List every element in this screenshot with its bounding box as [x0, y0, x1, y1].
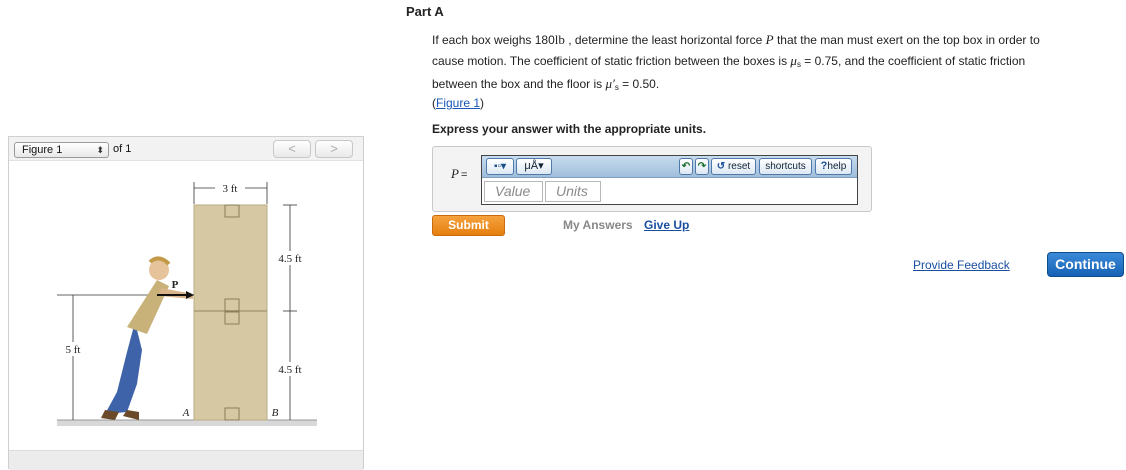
- point-a-label: A: [182, 407, 190, 419]
- question-text: If each box weighs 180lb , determine the…: [432, 30, 1112, 98]
- help-button[interactable]: ?help: [815, 158, 852, 175]
- figure-footer: [9, 450, 363, 470]
- mu-prime-symbol: μ′: [605, 76, 615, 91]
- question-text-segment: between the box and the floor is: [432, 77, 606, 91]
- bottom-box: [193, 310, 268, 421]
- units-menu-button[interactable]: μÅ▾: [516, 158, 552, 175]
- question-line-3: between the box and the floor is μ′s = 0…: [432, 74, 1112, 98]
- figure-panel: Figure 1 ⬍ of 1 < > 3 ft 4.5 ft 4.5 ft 5…: [8, 136, 364, 470]
- chevron-left-icon: <: [288, 141, 296, 156]
- figure-total: 1: [125, 143, 132, 155]
- question-text-segment: = 0.75, and the coefficient of static fr…: [800, 53, 1026, 68]
- editor-toolbar: ▪▫▾ μÅ▾ ↶ ↷ ↺ reset shortcuts ?help: [482, 156, 857, 178]
- my-answers-link[interactable]: My Answers: [563, 218, 633, 232]
- continue-button[interactable]: Continue: [1047, 252, 1124, 277]
- part-title: Part A: [406, 4, 444, 19]
- shortcuts-label: shortcuts: [765, 161, 806, 172]
- templates-button[interactable]: ▪▫▾: [486, 158, 514, 175]
- updown-arrows-icon: ⬍: [96, 145, 104, 155]
- height-bottom-label: 4.5 ft: [278, 364, 301, 376]
- undo-button[interactable]: ↶: [679, 158, 693, 175]
- weight-unit: lb: [554, 32, 565, 47]
- boxes-diagram: 3 ft 4.5 ft 4.5 ft 5 ft P A B: [57, 181, 317, 426]
- redo-icon: ↷: [697, 161, 707, 172]
- force-symbol: P: [765, 32, 774, 47]
- floor: [57, 420, 317, 426]
- man-torso: [127, 280, 169, 334]
- instruction: Express your answer with the appropriate…: [432, 122, 707, 136]
- figure-image: 3 ft 4.5 ft 4.5 ft 5 ft P A B: [9, 162, 363, 450]
- figure-of-label: of: [113, 143, 123, 155]
- templates-icon: ▪▫▾: [493, 161, 507, 172]
- paren-close: ): [480, 96, 485, 110]
- reset-icon: ↺: [716, 161, 726, 172]
- question-text-segment: cause motion. The coefficient of static …: [432, 53, 791, 68]
- reset-button[interactable]: ↺ reset: [711, 158, 756, 175]
- point-b-label: B: [272, 407, 279, 419]
- man-figure: [101, 256, 193, 420]
- figure-selector[interactable]: Figure 1 ⬍: [14, 142, 109, 158]
- man-legs: [105, 322, 142, 414]
- submit-button[interactable]: Submit: [432, 215, 505, 236]
- undo-icon: ↶: [681, 161, 691, 172]
- reset-label: reset: [727, 161, 751, 172]
- question-line-2: cause motion. The coefficient of static …: [432, 51, 1112, 75]
- answer-variable-label: P =: [451, 166, 467, 182]
- units-menu-label: μÅ▾: [524, 160, 544, 172]
- force-label: P: [172, 279, 179, 291]
- answer-editor: ▪▫▾ μÅ▾ ↶ ↷ ↺ reset shortcuts ?help Valu…: [481, 155, 858, 205]
- top-box: [193, 204, 268, 312]
- question-line-1: If each box weighs 180lb , determine the…: [432, 30, 1112, 51]
- figure-prev-button[interactable]: <: [273, 140, 311, 158]
- give-up-link[interactable]: Give Up: [644, 218, 689, 232]
- height-top-label: 4.5 ft: [278, 253, 301, 265]
- figure-count: of 1: [113, 142, 131, 156]
- question-text-segment: that the man must exert on the top box i…: [773, 33, 1040, 47]
- figure-selector-label: Figure 1: [22, 144, 63, 156]
- question-text-segment: , determine the least horizontal force: [564, 33, 766, 47]
- value-input[interactable]: Value: [484, 181, 543, 202]
- figure-next-button[interactable]: >: [315, 140, 353, 158]
- shortcuts-button[interactable]: shortcuts: [759, 158, 812, 175]
- answer-variable: P: [451, 166, 459, 181]
- man-height-label: 5 ft: [66, 344, 81, 356]
- figure-toolbar: Figure 1 ⬍ of 1 < >: [9, 137, 363, 161]
- question-text-segment: = 0.50.: [618, 77, 660, 91]
- figure-link-line: (Figure 1): [432, 96, 484, 110]
- answer-box: P = ▪▫▾ μÅ▾ ↶ ↷ ↺ reset shortcuts ?help …: [432, 146, 872, 212]
- provide-feedback-link[interactable]: Provide Feedback: [913, 258, 1010, 272]
- figure-link[interactable]: Figure 1: [436, 96, 480, 110]
- chevron-right-icon: >: [330, 141, 338, 156]
- help-label: help: [827, 161, 847, 172]
- question-text-segment: If each box weighs 180: [432, 33, 555, 47]
- answer-equals: =: [460, 169, 468, 181]
- width-label: 3 ft: [223, 183, 238, 195]
- redo-button[interactable]: ↷: [695, 158, 709, 175]
- units-input[interactable]: Units: [545, 181, 601, 202]
